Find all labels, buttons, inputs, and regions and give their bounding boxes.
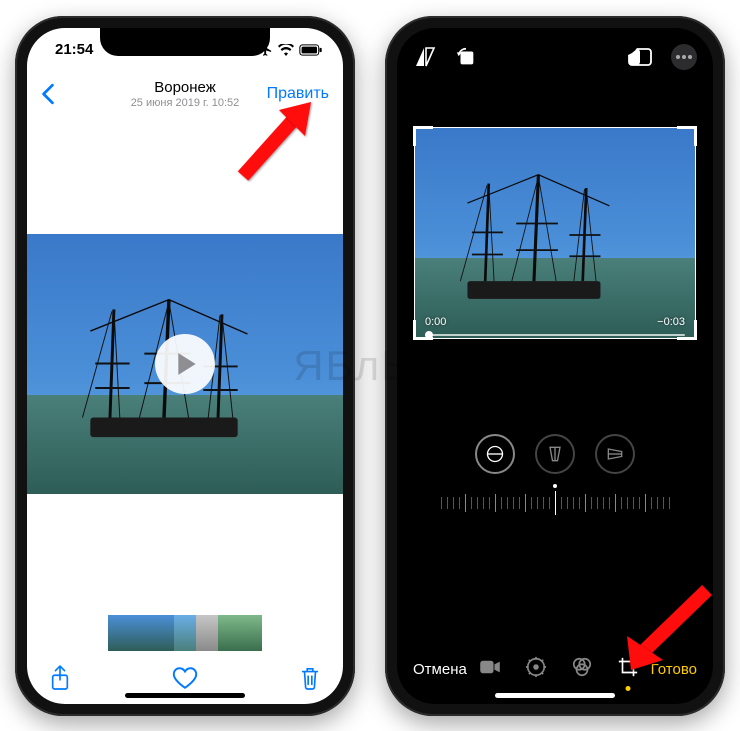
annotation-arrow-crop — [617, 578, 717, 678]
time-current: 0:00 — [425, 316, 446, 328]
crop-handle-tl[interactable] — [413, 126, 433, 146]
trash-icon[interactable] — [299, 665, 321, 691]
video-preview — [27, 234, 343, 494]
phone-right: 0:00 −0:03 — [385, 16, 725, 716]
cancel-button[interactable]: Отмена — [413, 661, 467, 678]
thumbnail[interactable] — [240, 615, 262, 651]
tab-filters[interactable] — [571, 656, 593, 683]
adjustment-modes — [397, 434, 713, 474]
horizontal-perspective-icon — [605, 444, 625, 464]
notch — [100, 28, 270, 56]
thumbnail[interactable] — [108, 615, 130, 651]
home-indicator[interactable] — [495, 693, 615, 698]
crop-handle-tr[interactable] — [677, 126, 697, 146]
thumbnail-scrubber[interactable] — [27, 612, 343, 656]
heart-icon[interactable] — [172, 666, 198, 690]
straighten-button[interactable] — [475, 434, 515, 474]
phone-left: 21:54 Воронеж 25 июня 2019 г. 10:52 Прав… — [15, 16, 355, 716]
tab-adjust[interactable] — [525, 656, 547, 683]
thumbnail[interactable] — [152, 615, 174, 651]
thumbnail[interactable] — [196, 615, 218, 651]
ship-illustration — [432, 157, 645, 317]
video-timeline[interactable]: 0:00 −0:03 — [425, 316, 685, 328]
video-icon — [479, 659, 501, 675]
horizontal-perspective-button[interactable] — [595, 434, 635, 474]
wifi-icon — [278, 44, 294, 56]
rotation-dial[interactable] — [397, 488, 713, 518]
time-remaining: −0:03 — [657, 316, 685, 328]
vertical-perspective-icon — [545, 444, 565, 464]
tab-video[interactable] — [479, 659, 501, 680]
play-icon — [176, 351, 198, 377]
play-button[interactable] — [155, 334, 215, 394]
editor-tabs — [479, 656, 639, 683]
status-time: 21:54 — [55, 41, 93, 58]
vertical-perspective-button[interactable] — [535, 434, 575, 474]
thumbnail[interactable] — [130, 615, 152, 651]
thumbnail[interactable] — [174, 615, 196, 651]
straighten-icon — [485, 444, 505, 464]
more-icon — [676, 55, 692, 59]
adjust-icon — [525, 656, 547, 678]
battery-icon — [299, 44, 323, 56]
crop-frame[interactable]: 0:00 −0:03 — [415, 128, 695, 338]
share-icon[interactable] — [49, 664, 71, 692]
home-indicator[interactable] — [125, 693, 245, 698]
back-button[interactable] — [41, 83, 55, 105]
annotation-arrow-edit — [233, 94, 323, 184]
more-button[interactable] — [671, 44, 697, 70]
notch — [470, 28, 640, 56]
media-viewer[interactable] — [27, 116, 343, 612]
thumbnail[interactable] — [218, 615, 240, 651]
flip-icon[interactable] — [413, 46, 437, 68]
filters-icon — [571, 656, 593, 678]
